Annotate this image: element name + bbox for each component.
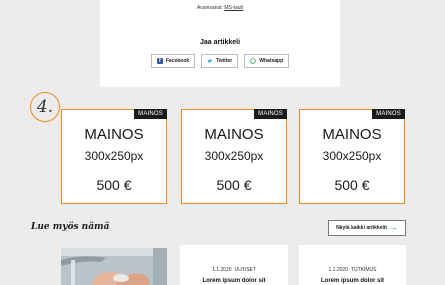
whatsapp-share-label: Whatsapp [259, 58, 284, 64]
whatsapp-share-button[interactable]: Whatsapp [244, 54, 290, 68]
ad-size: 300x250px [322, 149, 382, 163]
keyword-link[interactable]: MS-tauti [224, 5, 243, 11]
see-all-articles-button[interactable]: Näytä kaikki artikkelit → [328, 220, 406, 236]
twitter-share-button[interactable]: Twitter [201, 54, 239, 68]
step-number-badge: 4. [30, 92, 60, 122]
ad-slot[interactable]: MAINOS MAINOS 300x250px 500 € [61, 109, 167, 204]
ad-badge: MAINOS [372, 109, 405, 119]
whatsapp-icon [250, 58, 256, 64]
ad-slot[interactable]: MAINOS MAINOS 300x250px 500 € [181, 109, 287, 204]
ad-badge: MAINOS [134, 109, 167, 119]
article-image-handwashing[interactable] [61, 248, 167, 285]
twitter-share-label: Twitter [216, 58, 233, 64]
see-all-label: Näytä kaikki artikkelit [336, 225, 387, 231]
share-card: Avainsanat: MS-tauti Jaa artikkeli f Fac… [100, 0, 340, 87]
ad-price: 500 € [216, 177, 252, 193]
ad-title: MAINOS [84, 126, 144, 143]
handwashing-photo [61, 248, 167, 285]
article-card[interactable]: 1.1.2020 UUTISET Lorem ipsum dolor sit [180, 245, 288, 285]
article-date: 1.1.2020 [212, 267, 232, 273]
ad-title: MAINOS [322, 126, 382, 143]
twitter-icon [207, 58, 213, 64]
ad-price: 500 € [96, 177, 132, 193]
facebook-icon: f [156, 58, 163, 64]
article-card[interactable]: 1.1.2020 TUTKIMUS Lorem ipsum dolor sit [299, 245, 406, 285]
article-category: UUTISET [234, 267, 256, 273]
share-buttons: f Facebook Twitter Whatsapp [100, 54, 340, 68]
facebook-share-label: Facebook [165, 58, 190, 64]
article-category: TUTKIMUS [350, 267, 377, 273]
keywords-label: Avainsanat: [196, 5, 224, 11]
ad-price: 500 € [334, 177, 370, 193]
arrow-right-icon: → [389, 223, 398, 232]
ad-badge: MAINOS [254, 109, 287, 119]
read-more-heading: Lue myös nämä [31, 222, 110, 232]
ad-size: 300x250px [84, 149, 144, 163]
article-meta: 1.1.2020 TUTKIMUS [299, 267, 406, 273]
facebook-share-button[interactable]: f Facebook [150, 54, 196, 68]
article-title: Lorem ipsum dolor sit [202, 278, 266, 284]
article-meta: 1.1.2020 UUTISET [180, 267, 288, 273]
article-date: 1.1.2020 [328, 267, 348, 273]
article-title: Lorem ipsum dolor sit [320, 278, 384, 284]
ad-slot[interactable]: MAINOS MAINOS 300x250px 500 € [299, 109, 405, 204]
ad-title: MAINOS [204, 126, 264, 143]
keywords-row: Avainsanat: MS-tauti [100, 5, 340, 11]
share-title: Jaa artikkeli [199, 39, 241, 46]
ad-size: 300x250px [204, 149, 264, 163]
